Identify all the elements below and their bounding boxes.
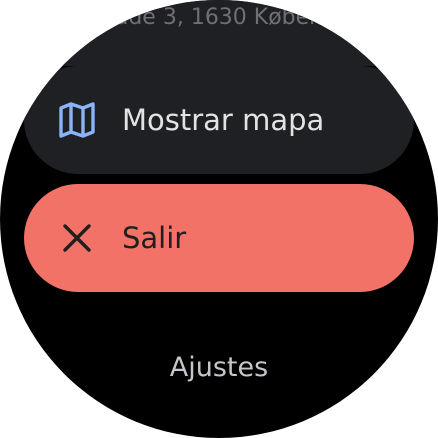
exit-label: Salir (122, 221, 187, 255)
settings-button[interactable]: Ajustes (0, 352, 438, 383)
show-map-button[interactable]: Mostrar mapa (24, 66, 414, 174)
address-text: ade 3, 1630 Køben (114, 5, 324, 30)
map-icon (56, 99, 98, 141)
close-icon (56, 217, 98, 259)
watch-screen: ade 3, 1630 Køben Mostrar mapa Salir Aju… (0, 0, 438, 438)
exit-button[interactable]: Salir (24, 184, 414, 292)
show-map-label: Mostrar mapa (122, 103, 325, 137)
address-chip[interactable]: ade 3, 1630 Køben (20, 0, 418, 66)
